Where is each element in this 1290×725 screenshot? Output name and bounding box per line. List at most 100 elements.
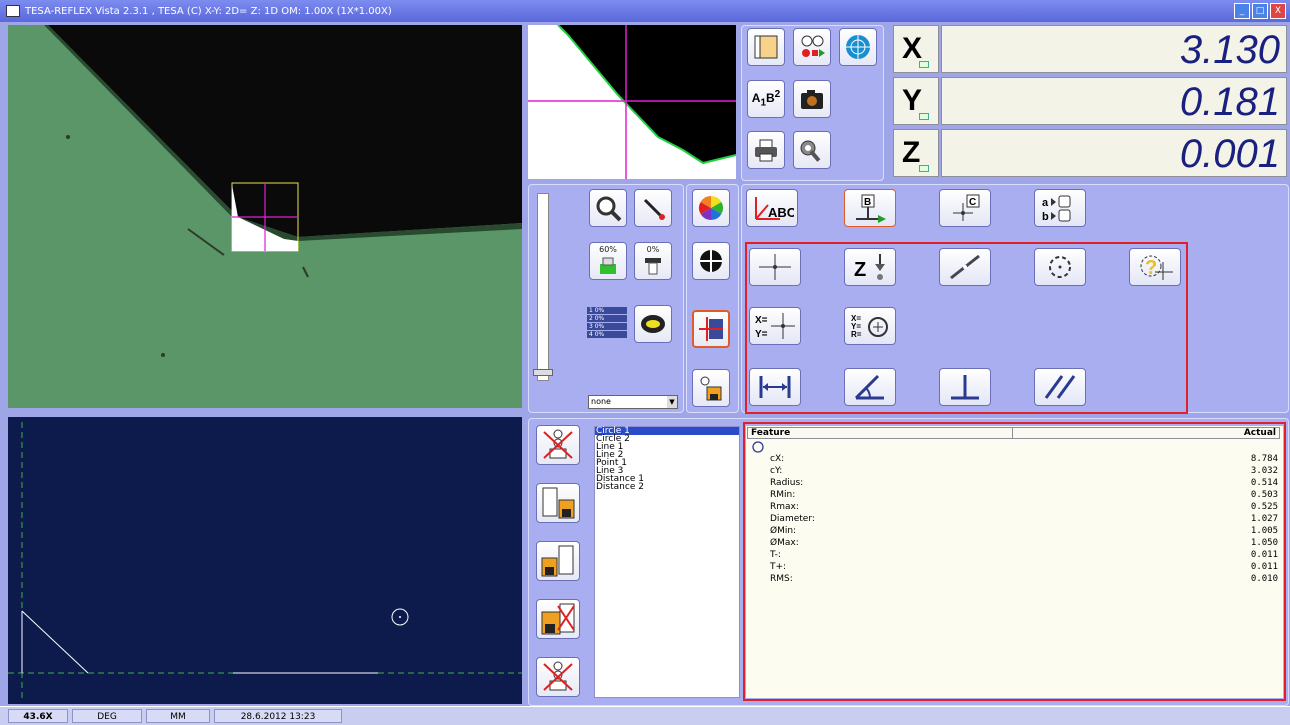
- feature-list[interactable]: Circle 1 Circle 2 Line 1 Line 2 Point 1 …: [594, 426, 740, 698]
- color-wheel-button[interactable]: [692, 189, 730, 227]
- reference-b-button[interactable]: B: [844, 189, 896, 227]
- alignment-abc-button[interactable]: ABC: [746, 189, 798, 227]
- status-datetime: 28.6.2012 13:23: [214, 709, 342, 723]
- settings-button[interactable]: [793, 131, 831, 169]
- ring-light-icon: [641, 315, 665, 333]
- plot-canvas: [8, 422, 522, 699]
- axis-z-value: 0.001: [941, 129, 1287, 177]
- light-preset-value: none: [591, 397, 611, 406]
- text-labels-button[interactable]: A1B2: [747, 80, 785, 118]
- magnifier-icon: [596, 196, 622, 222]
- light-save-button[interactable]: [692, 369, 730, 407]
- axis-y-value: 0.181: [941, 77, 1287, 125]
- printer-icon: [755, 139, 777, 162]
- reference-c-icon: C: [953, 194, 980, 221]
- graphic-view[interactable]: [8, 417, 522, 704]
- status-length-unit[interactable]: MM: [146, 709, 210, 723]
- program-icon: [801, 35, 825, 57]
- close-button[interactable]: X: [1270, 3, 1286, 19]
- tools-icon: [800, 140, 821, 162]
- lamp-green-icon: [600, 257, 616, 274]
- layout-icon: [754, 35, 778, 59]
- delete-saved-button[interactable]: [536, 599, 580, 639]
- list-item[interactable]: Distance 2: [595, 483, 739, 492]
- abc-icon: A1B2: [751, 89, 781, 109]
- svg-text:B: B: [864, 197, 871, 208]
- title-bar: TESA-REFLEX Vista 2.3.1 , TESA (C) X-Y: …: [0, 0, 1290, 22]
- status-angle-unit[interactable]: DEG: [72, 709, 142, 723]
- edge-detect-button[interactable]: [692, 310, 730, 348]
- ring-light-button[interactable]: [634, 305, 672, 343]
- ab-assign-icon: ab: [1042, 195, 1071, 223]
- maximize-button[interactable]: □: [1252, 3, 1268, 19]
- svg-text:C: C: [969, 197, 976, 208]
- axis-x-label: X: [893, 25, 939, 73]
- coordinate-abc-icon: ABC: [755, 197, 794, 220]
- camera-view[interactable]: [8, 25, 522, 408]
- reticle-button[interactable]: [692, 242, 730, 280]
- top-light-button[interactable]: 60%: [589, 242, 627, 280]
- light-slider-thumb[interactable]: [533, 369, 553, 376]
- axis-y-label: Y: [893, 77, 939, 125]
- lamp-bottom-icon: [645, 258, 661, 275]
- bottom-light-button[interactable]: 0%: [634, 242, 672, 280]
- ring-row-3: 3 0%: [587, 323, 627, 330]
- readout-z: Z 0.001: [893, 129, 1287, 178]
- status-zoom: 43.6X: [8, 709, 68, 723]
- window-title: TESA-REFLEX Vista 2.3.1 , TESA (C) X-Y: …: [25, 5, 392, 17]
- toolbar-top: A1B2: [741, 25, 884, 181]
- save-program-icon: [542, 487, 575, 519]
- clear-program-button[interactable]: [536, 657, 580, 697]
- edge-detect-icon: [699, 317, 723, 341]
- y-zero-indicator[interactable]: [919, 113, 929, 120]
- delete-program-button[interactable]: [536, 425, 580, 465]
- clear-program-icon: [543, 661, 573, 691]
- readout-x: X 3.130: [893, 25, 1287, 74]
- app-icon: [6, 5, 20, 17]
- svg-text:b: b: [1042, 211, 1049, 223]
- ring-light-table[interactable]: 1 0% 2 0% 3 0% 4 0%: [587, 307, 627, 338]
- lighting-panel: 60% 0% 1 0% 2 0% 3 0% 4 0% none ▼: [528, 184, 684, 413]
- top-light-percent: 60%: [599, 245, 617, 254]
- ring-row-2: 2 0%: [587, 315, 627, 322]
- svg-text:a: a: [1042, 197, 1049, 209]
- reference-c-button[interactable]: C: [939, 189, 991, 227]
- camera-icon: [801, 90, 823, 109]
- ring-row-4: 4 0%: [587, 331, 627, 338]
- magnify-button[interactable]: [589, 189, 627, 227]
- program-run-button[interactable]: [793, 28, 831, 66]
- svg-text:ABC: ABC: [768, 205, 794, 220]
- crosshair-target-button[interactable]: [839, 28, 877, 66]
- save-program-button[interactable]: [536, 483, 580, 523]
- delete-program-icon: [543, 429, 573, 459]
- window-controls: _ □ X: [1234, 3, 1286, 19]
- results-highlight: [743, 422, 1286, 701]
- light-preset-select[interactable]: none ▼: [588, 395, 678, 409]
- window-layout-button[interactable]: [747, 28, 785, 66]
- axis-x-value: 3.130: [941, 25, 1287, 73]
- probe-button[interactable]: [634, 189, 672, 227]
- zoom-view: [528, 25, 736, 179]
- bottom-light-percent: 0%: [646, 245, 660, 254]
- camera-image: [8, 25, 522, 357]
- ab-assign-button[interactable]: ab: [1034, 189, 1086, 227]
- load-program-button[interactable]: [536, 541, 580, 581]
- color-wheel-icon: [698, 196, 724, 220]
- image-panel: [686, 184, 739, 413]
- probe-icon: [643, 198, 665, 220]
- target-icon: [846, 35, 870, 59]
- delete-saved-icon: [541, 603, 575, 635]
- ring-row-1: 1 0%: [587, 307, 627, 314]
- light-slider[interactable]: [537, 193, 549, 381]
- status-bar: 43.6X DEG MM 28.6.2012 13:23: [0, 706, 1290, 725]
- z-zero-indicator[interactable]: [919, 165, 929, 172]
- reticle-icon: [700, 250, 722, 272]
- minimize-button[interactable]: _: [1234, 3, 1250, 19]
- x-zero-indicator[interactable]: [919, 61, 929, 68]
- load-program-icon: [541, 545, 574, 577]
- readout-y: Y 0.181: [893, 77, 1287, 126]
- print-button[interactable]: [747, 131, 785, 169]
- zoom-image: [528, 25, 736, 179]
- camera-snapshot-button[interactable]: [793, 80, 831, 118]
- reference-b-icon: B: [856, 194, 886, 223]
